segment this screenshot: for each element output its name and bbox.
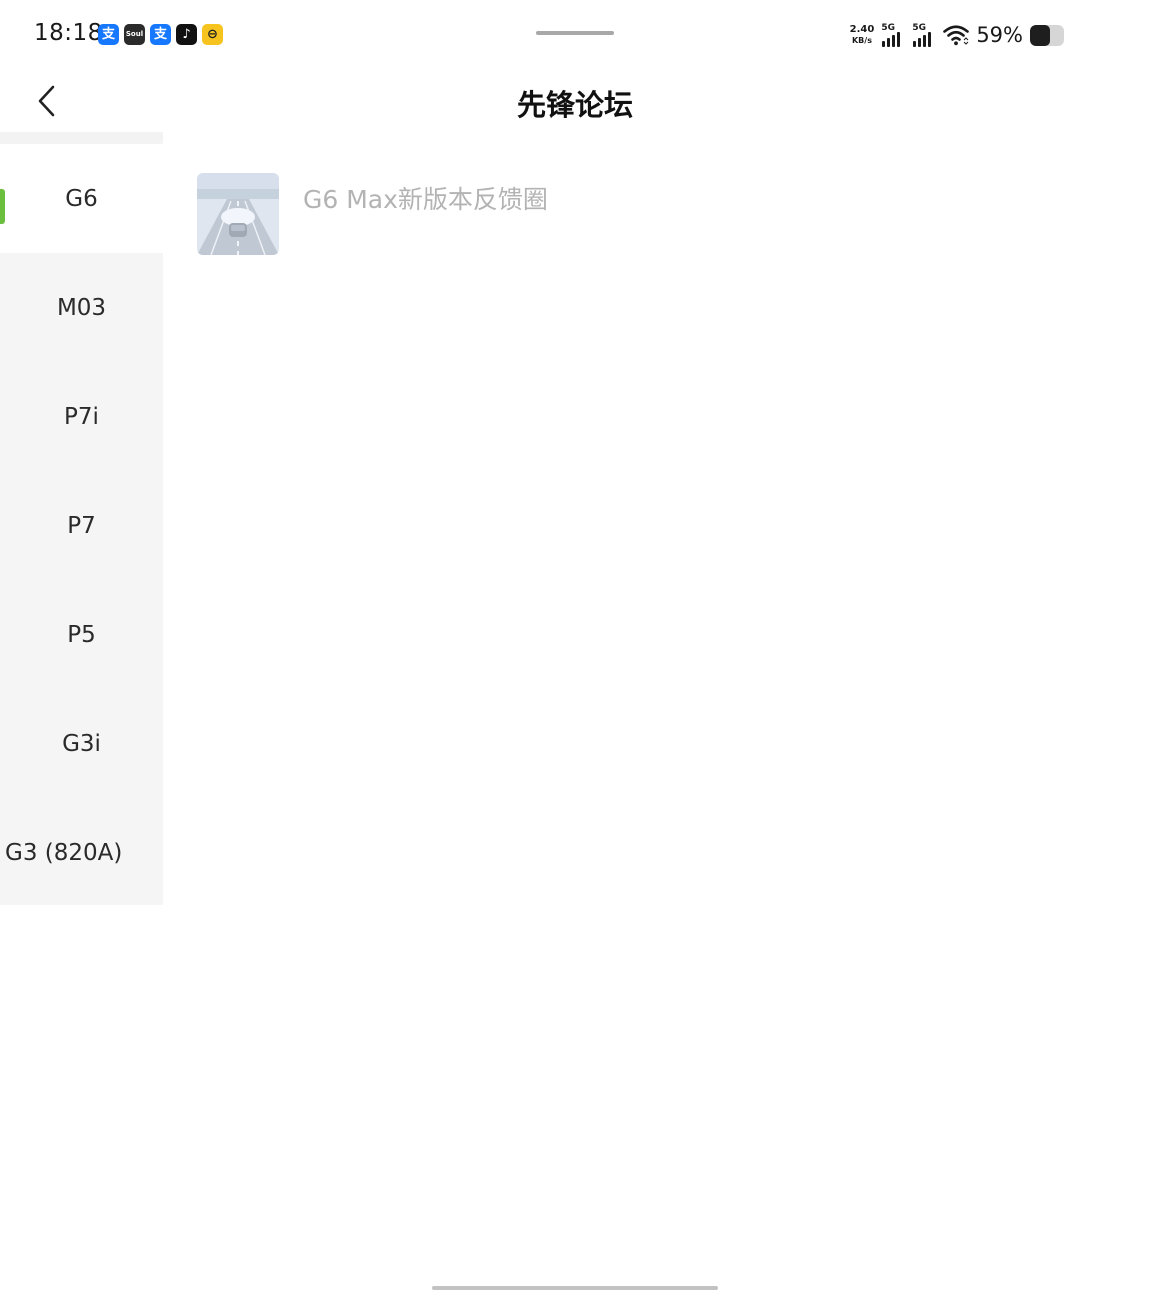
sidebar-item-g6[interactable]: G6 [0, 144, 163, 253]
cellular-signal-icon: 5G [912, 23, 936, 47]
top-app-bar: 先锋论坛 [0, 70, 1150, 132]
window-drag-handle[interactable] [536, 31, 614, 35]
soul-icon: Soul [124, 24, 145, 45]
ride-app-icon: ⊖ [202, 24, 223, 45]
page-title: 先锋论坛 [516, 88, 633, 122]
forum-item[interactable]: G6 Max新版本反馈圈 [197, 173, 548, 255]
battery-percentage: 59% [976, 23, 1023, 47]
network-speed-unit: KB/s [851, 36, 872, 45]
status-indicators: 2.40 KB/s 5G 5G 59% [850, 22, 1064, 48]
sidebar-item-label: P7 [67, 512, 96, 539]
status-time: 18:18 [34, 20, 103, 46]
car-road-thumbnail-icon [197, 173, 279, 255]
sidebar-item-label: M03 [56, 294, 107, 321]
active-indicator [0, 189, 5, 224]
forum-list: G6 Max新版本反馈圈 [163, 132, 1150, 905]
sidebar-item-label: P5 [67, 621, 96, 648]
status-bar: 18:18 支 Soul 支 ♪ ⊖ 2.40 KB/s 5G 5G 59% [0, 0, 1150, 70]
alipay-icon: 支 [150, 24, 171, 45]
battery-icon [1030, 24, 1064, 46]
tiktok-icon: ♪ [176, 24, 197, 45]
sidebar-item-m03[interactable]: M03 [0, 253, 163, 362]
sidebar-item-p7i[interactable]: P7i [0, 362, 163, 471]
home-indicator[interactable] [432, 1286, 718, 1290]
network-speed-value: 2.40 [849, 24, 875, 35]
sidebar-item-label: G3 (820A) [5, 839, 123, 866]
alipay-icon: 支 [98, 24, 119, 45]
sidebar-item-g3-820a[interactable]: G3 (820A) [0, 798, 163, 907]
sidebar-item-g3i[interactable]: G3i [0, 689, 163, 798]
notification-app-icons: 支 Soul 支 ♪ ⊖ [98, 24, 223, 45]
model-sidebar: G6 M03 P7i P7 P5 G3i G3 (820A) [0, 132, 163, 905]
sidebar-item-label: G6 [65, 185, 98, 212]
forum-title: G6 Max新版本反馈圈 [303, 185, 548, 214]
cellular-signal-icon: 5G [881, 23, 905, 47]
sidebar-item-label: G3i [62, 730, 101, 757]
sidebar-top-divider [0, 132, 163, 144]
network-speed: 2.40 KB/s [850, 24, 875, 46]
battery-fill [1030, 24, 1051, 46]
sidebar-item-label: P7i [64, 403, 99, 430]
wifi-icon [943, 25, 970, 46]
sidebar-item-p5[interactable]: P5 [0, 580, 163, 689]
sidebar-item-p7[interactable]: P7 [0, 471, 163, 580]
